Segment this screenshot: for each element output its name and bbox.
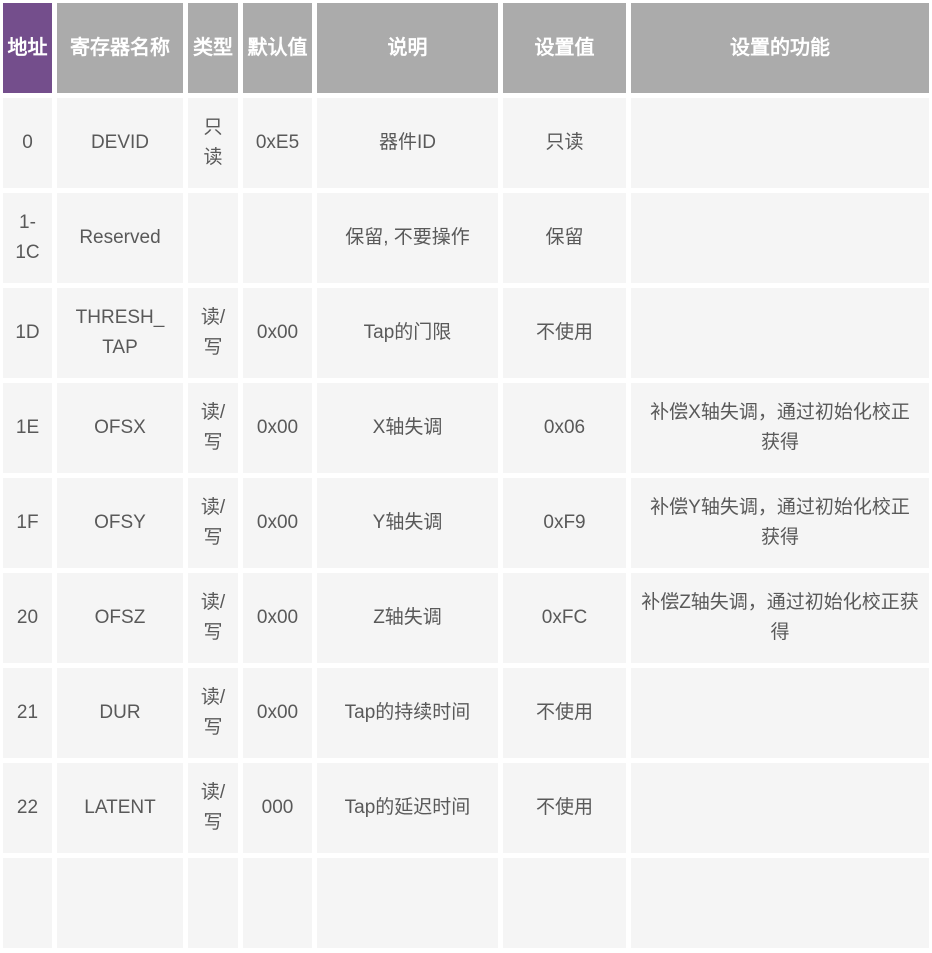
cell-address: 22 — [3, 763, 52, 853]
cell-set-value: 只读 — [503, 98, 626, 188]
cell-default-value: 0x00 — [243, 288, 312, 378]
header-cell-address: 地址 — [3, 3, 52, 93]
register-table: 地址 寄存器名称 类型 默认值 说明 设置值 设置的功能 0 DEVID 只读 … — [0, 0, 932, 953]
cell-type: 读/写 — [188, 288, 238, 378]
cell-address: 1-1C — [3, 193, 52, 283]
cell-register-name: Reserved — [57, 193, 183, 283]
header-cell-default-value: 默认值 — [243, 3, 312, 93]
cell-set-function — [631, 668, 929, 758]
table-row: 1-1C Reserved 保留, 不要操作 保留 — [3, 193, 929, 283]
header-cell-register-name: 寄存器名称 — [57, 3, 183, 93]
cell-address — [3, 858, 52, 948]
table-row: 0 DEVID 只读 0xE5 器件ID 只读 — [3, 98, 929, 188]
cell-register-name: OFSY — [57, 478, 183, 568]
cell-register-name: LATENT — [57, 763, 183, 853]
cell-description: 器件ID — [317, 98, 498, 188]
cell-address: 1D — [3, 288, 52, 378]
cell-register-name: THRESH_TAP — [57, 288, 183, 378]
cell-description: 保留, 不要操作 — [317, 193, 498, 283]
cell-description — [317, 858, 498, 948]
cell-default-value: 0x00 — [243, 383, 312, 473]
cell-type — [188, 858, 238, 948]
cell-default-value: 000 — [243, 763, 312, 853]
cell-description: Z轴失调 — [317, 573, 498, 663]
cell-register-name: DUR — [57, 668, 183, 758]
page: { "chart_data": { "type": "table", "titl… — [0, 0, 932, 861]
cell-address: 1E — [3, 383, 52, 473]
cell-set-value: 不使用 — [503, 668, 626, 758]
cell-set-value: 0xFC — [503, 573, 626, 663]
cell-default-value: 0xE5 — [243, 98, 312, 188]
cell-register-name — [57, 858, 183, 948]
cell-set-function: 补偿Y轴失调，通过初始化校正获得 — [631, 478, 929, 568]
cell-type: 读/写 — [188, 573, 238, 663]
cell-type: 只读 — [188, 98, 238, 188]
cell-description: Tap的门限 — [317, 288, 498, 378]
cell-default-value — [243, 858, 312, 948]
cell-set-function — [631, 288, 929, 378]
cell-set-function — [631, 763, 929, 853]
cell-description: Tap的延迟时间 — [317, 763, 498, 853]
header-cell-type: 类型 — [188, 3, 238, 93]
table-row: 1D THRESH_TAP 读/写 0x00 Tap的门限 不使用 — [3, 288, 929, 378]
cell-address: 0 — [3, 98, 52, 188]
cell-set-function: 补偿X轴失调，通过初始化校正获得 — [631, 383, 929, 473]
cell-register-name: DEVID — [57, 98, 183, 188]
cell-address: 21 — [3, 668, 52, 758]
header-cell-description: 说明 — [317, 3, 498, 93]
cell-default-value: 0x00 — [243, 668, 312, 758]
header-cell-set-value: 设置值 — [503, 3, 626, 93]
cell-set-value: 0x06 — [503, 383, 626, 473]
table-row: 20 OFSZ 读/写 0x00 Z轴失调 0xFC 补偿Z轴失调，通过初始化校… — [3, 573, 929, 663]
cell-set-value: 0xF9 — [503, 478, 626, 568]
cell-description: Tap的持续时间 — [317, 668, 498, 758]
cell-type: 读/写 — [188, 763, 238, 853]
cell-default-value: 0x00 — [243, 573, 312, 663]
cell-address: 1F — [3, 478, 52, 568]
cell-set-function — [631, 98, 929, 188]
cell-register-name: OFSZ — [57, 573, 183, 663]
cell-description: Y轴失调 — [317, 478, 498, 568]
table-row: 1F OFSY 读/写 0x00 Y轴失调 0xF9 补偿Y轴失调，通过初始化校… — [3, 478, 929, 568]
table-row: 21 DUR 读/写 0x00 Tap的持续时间 不使用 — [3, 668, 929, 758]
cell-default-value: 0x00 — [243, 478, 312, 568]
cell-type: 读/写 — [188, 478, 238, 568]
partial-row-clipped — [3, 858, 929, 948]
cell-register-name: OFSX — [57, 383, 183, 473]
cell-type: 读/写 — [188, 668, 238, 758]
cell-address: 20 — [3, 573, 52, 663]
cell-set-value: 不使用 — [503, 763, 626, 853]
cell-set-value: 不使用 — [503, 288, 626, 378]
table-row: 1E OFSX 读/写 0x00 X轴失调 0x06 补偿X轴失调，通过初始化校… — [3, 383, 929, 473]
cell-set-function — [631, 858, 929, 948]
cell-default-value — [243, 193, 312, 283]
header-row: 地址 寄存器名称 类型 默认值 说明 设置值 设置的功能 — [3, 3, 929, 93]
cell-set-function: 补偿Z轴失调，通过初始化校正获得 — [631, 573, 929, 663]
cell-type: 读/写 — [188, 383, 238, 473]
cell-description: X轴失调 — [317, 383, 498, 473]
table-row: 22 LATENT 读/写 000 Tap的延迟时间 不使用 — [3, 763, 929, 853]
cell-set-value — [503, 858, 626, 948]
cell-set-value: 保留 — [503, 193, 626, 283]
cell-type — [188, 193, 238, 283]
header-cell-set-function: 设置的功能 — [631, 3, 929, 93]
cell-set-function — [631, 193, 929, 283]
